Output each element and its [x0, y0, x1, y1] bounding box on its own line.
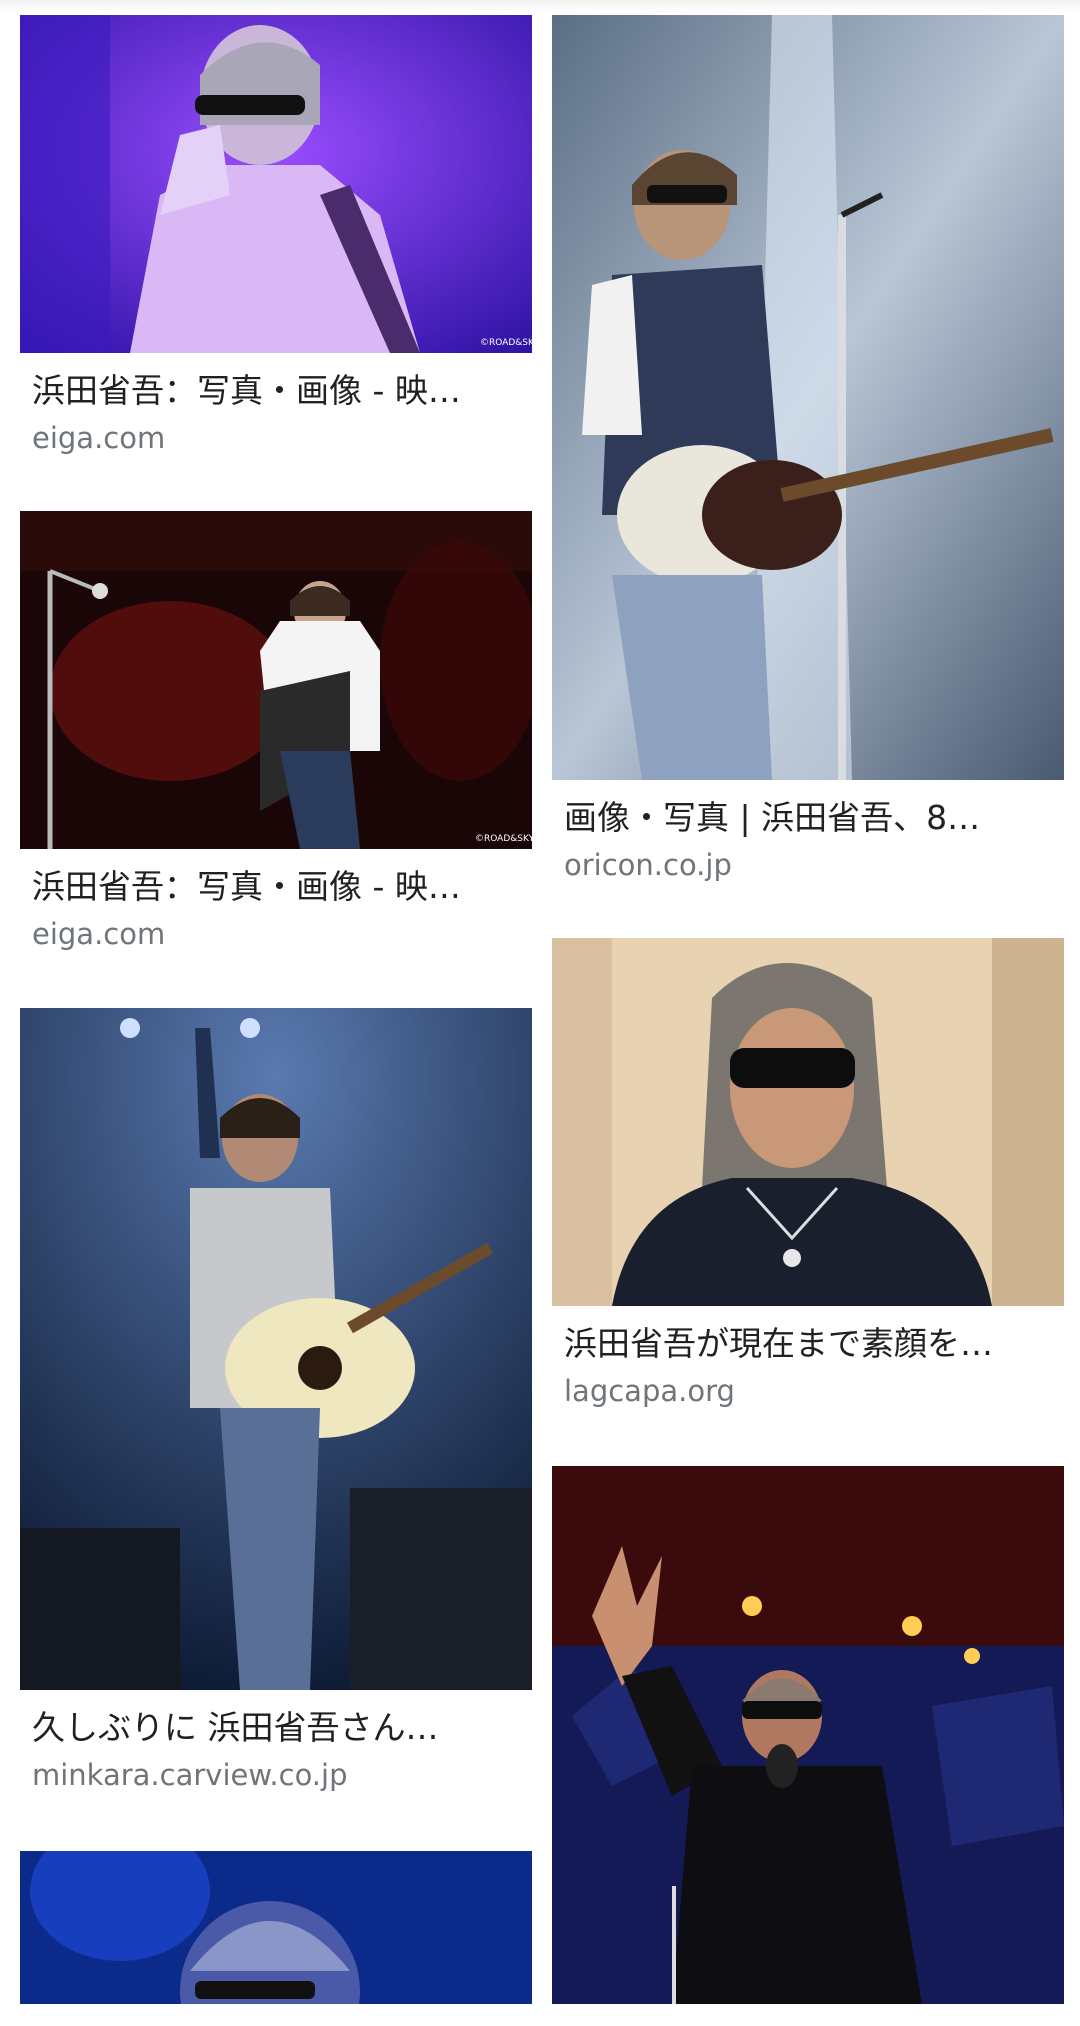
- result-thumbnail[interactable]: [552, 1466, 1064, 2004]
- portrait-photo-sunglasses: [552, 938, 1064, 1306]
- image-results-grid: ©ROAD&SKY 浜田省吾：写真・画像 - 映… eiga.com: [0, 0, 1080, 2026]
- result-title[interactable]: 画像・写真 | 浜田省吾、8…: [552, 798, 1054, 838]
- result-title[interactable]: 浜田省吾：写真・画像 - 映…: [20, 867, 522, 907]
- result-title[interactable]: 久しぶりに 浜田省吾さん…: [20, 1708, 522, 1748]
- top-shadow: [0, 0, 1080, 12]
- result-source: eiga.com: [32, 917, 166, 951]
- result-title[interactable]: 浜田省吾：写真・画像 - 映…: [20, 371, 522, 411]
- result-source: lagcapa.org: [564, 1374, 735, 1408]
- concert-photo-red-stage: ©ROAD&SKY: [20, 511, 532, 849]
- watermark: ©ROAD&SKY: [480, 338, 532, 348]
- result-title[interactable]: 浜田省吾が現在まで素顔を…: [552, 1324, 1054, 1364]
- image-result-card[interactable]: ©ROAD&SKY 浜田省吾：写真・画像 - 映… eiga.com: [20, 511, 532, 951]
- concert-photo-acoustic-guitar: [20, 1008, 532, 1690]
- result-thumbnail[interactable]: [552, 15, 1064, 780]
- result-thumbnail[interactable]: ©ROAD&SKY: [20, 511, 532, 849]
- result-source: eiga.com: [32, 421, 166, 455]
- image-result-card[interactable]: 久しぶりに 浜田省吾さん… minkara.carview.co.jp: [20, 1008, 532, 1792]
- result-thumbnail[interactable]: [552, 938, 1064, 1306]
- result-source: oricon.co.jp: [564, 848, 732, 882]
- image-result-card[interactable]: [552, 1466, 1064, 2004]
- image-result-card[interactable]: ©ROAD&SKY 浜田省吾：写真・画像 - 映… eiga.com: [20, 15, 532, 455]
- image-result-card[interactable]: 浜田省吾が現在まで素顔を… lagcapa.org: [552, 938, 1064, 1408]
- bottom-edge: [0, 2004, 1080, 2026]
- image-result-card[interactable]: [20, 1851, 532, 2004]
- concert-photo-peace-sign: [552, 1466, 1064, 2004]
- watermark: ©ROAD&SKY: [475, 834, 532, 844]
- concert-photo-purple: ©ROAD&SKY: [20, 15, 532, 353]
- result-source: minkara.carview.co.jp: [32, 1758, 348, 1792]
- result-thumbnail[interactable]: ©ROAD&SKY: [20, 15, 532, 353]
- result-thumbnail[interactable]: [20, 1851, 532, 2004]
- concert-photo-electric-guitar: [552, 15, 1064, 780]
- concert-photo-blue-partial: [20, 1851, 532, 2004]
- image-result-card[interactable]: 画像・写真 | 浜田省吾、8… oricon.co.jp: [552, 15, 1064, 882]
- result-thumbnail[interactable]: [20, 1008, 532, 1690]
